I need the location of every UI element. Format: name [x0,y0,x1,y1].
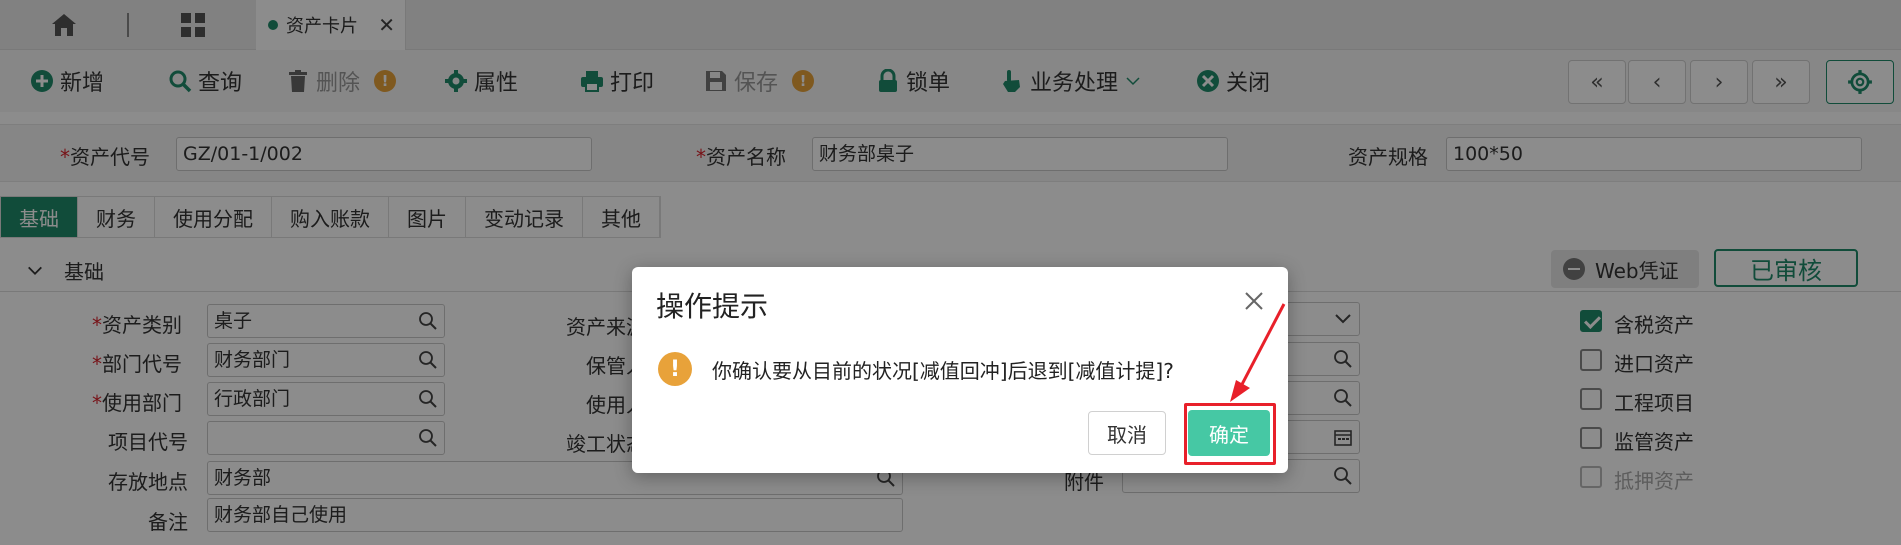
confirm-dialog: 操作提示 ! 你确认要从目前的状况[减值回冲]后退到[减值计提]? 取消 确定 [632,267,1288,473]
dialog-message: 你确认要从目前的状况[减值回冲]后退到[减值计提]? [712,359,1174,383]
cancel-button[interactable]: 取消 [1088,411,1166,455]
warning-icon: ! [658,352,692,386]
annotation-arrow-icon [1230,303,1286,402]
dialog-title: 操作提示 [656,290,769,323]
confirm-button[interactable]: 确定 [1188,410,1270,456]
